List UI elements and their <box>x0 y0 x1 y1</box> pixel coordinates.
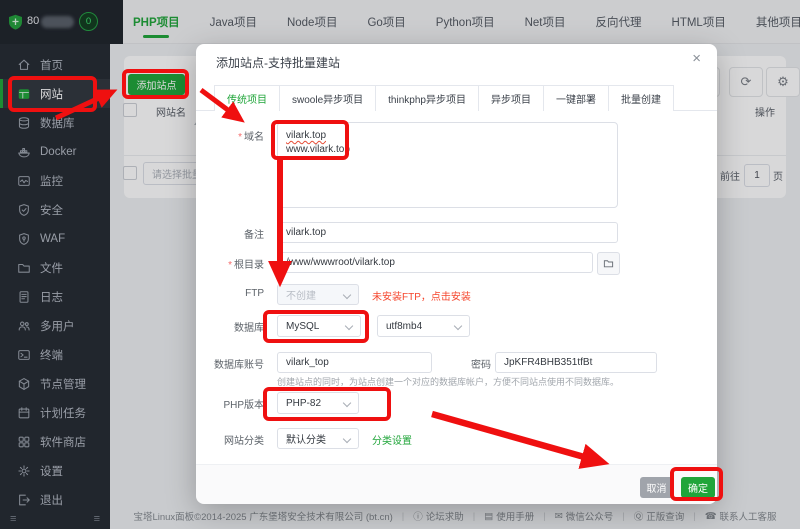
add-site-modal: 添加站点-支持批量建站 × 传统项目 swoole异步项目 thinkphp异步… <box>196 44 717 504</box>
ftp-warning-link[interactable]: 未安装FTP，点击安装 <box>372 288 471 303</box>
modal-tab-traditional[interactable]: 传统项目 <box>215 86 280 111</box>
confirm-button[interactable]: 确定 <box>681 477 715 498</box>
modal-tab-async[interactable]: 异步项目 <box>478 86 544 111</box>
modal-title: 添加站点-支持批量建站 <box>216 56 340 70</box>
cancel-button[interactable]: 取消 <box>640 477 673 498</box>
bt-panel-screen: 80 0 PHP项目 Java项目 Node项目 Go项目 Python项目 N… <box>0 0 800 529</box>
chevron-down-icon <box>342 290 352 300</box>
modal-footer <box>196 464 717 504</box>
modal-tab-swoole[interactable]: swoole异步项目 <box>280 86 377 111</box>
db-pass-input[interactable]: JpKFR4BHB351tfBt <box>495 352 657 373</box>
db-user-label: 数据库账号 <box>214 360 264 371</box>
modal-tab-batch[interactable]: 批量创建 <box>608 86 673 111</box>
php-version-select[interactable]: PHP-82 <box>277 392 359 414</box>
db-user-input[interactable]: vilark_top <box>277 352 432 373</box>
chevron-down-icon <box>344 321 354 331</box>
category-settings-link[interactable]: 分类设置 <box>372 432 412 447</box>
chevron-down-icon <box>342 434 352 444</box>
ftp-label: FTP <box>245 288 264 299</box>
db-hint-text: 创建站点的同时，为站点创建一个对应的数据库帐户，方便不同站点使用不同数据库。 <box>277 377 620 387</box>
modal-tab-thinkphp[interactable]: thinkphp异步项目 <box>376 86 479 111</box>
close-icon[interactable]: × <box>692 51 701 66</box>
folder-icon <box>603 260 614 268</box>
root-path-input[interactable]: /www/wwwroot/vilark.top <box>277 252 593 273</box>
category-label: 网站分类 <box>224 436 264 447</box>
remark-input[interactable]: vilark.top <box>277 222 618 243</box>
browse-folder-button[interactable] <box>597 252 620 275</box>
ftp-select[interactable]: 不创建 <box>277 284 359 305</box>
db-label: 数据库 <box>234 323 264 334</box>
root-label: * 根目录 <box>228 260 264 271</box>
domain-textarea[interactable]: vilark.top www.vilark.top <box>277 122 618 208</box>
chevron-down-icon <box>342 398 352 408</box>
category-select[interactable]: 默认分类 <box>277 428 359 449</box>
db-charset-select[interactable]: utf8mb4 <box>377 315 470 337</box>
db-type-select[interactable]: MySQL <box>277 315 361 337</box>
chevron-down-icon <box>453 321 463 331</box>
modal-tab-deploy[interactable]: 一键部署 <box>543 86 609 111</box>
modal-tabs: 传统项目 swoole异步项目 thinkphp异步项目 异步项目 一键部署 批… <box>214 85 674 111</box>
php-label: PHP版本 <box>223 400 264 411</box>
remark-label: 备注 <box>244 230 264 241</box>
db-pass-label: 密码 <box>471 360 491 371</box>
domain-label: * 域名 <box>238 132 264 143</box>
